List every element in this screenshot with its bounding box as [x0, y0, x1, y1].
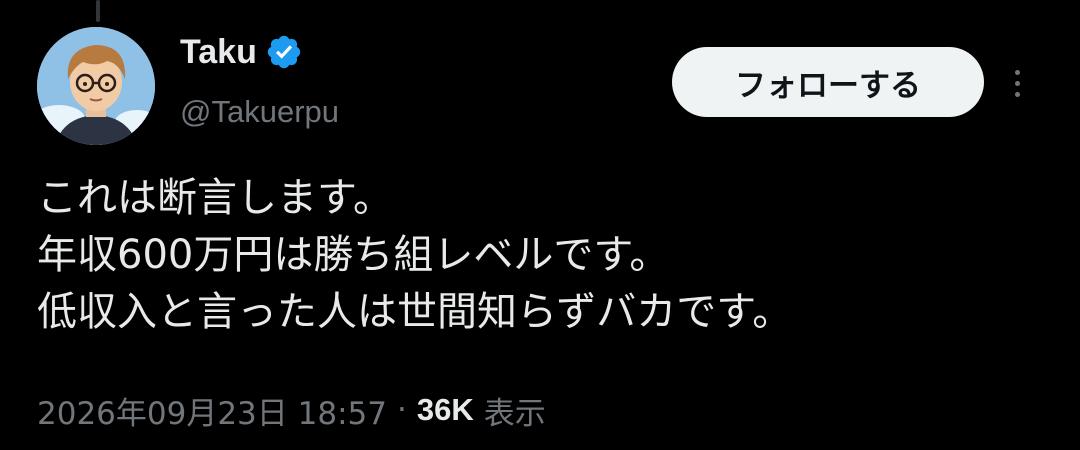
author-name-row: Taku	[180, 28, 303, 76]
tweet-line: 年収600万円は勝ち組レベルです。	[37, 232, 670, 278]
follow-button[interactable]: フォローする	[672, 47, 984, 117]
verified-badge-icon[interactable]	[265, 33, 303, 71]
tweet-timestamp[interactable]: 2026年09月23日 18:57	[37, 388, 387, 433]
thread-connector-line	[96, 0, 100, 22]
more-options-icon[interactable]	[1004, 58, 1030, 108]
tweet-line: これは断言します。	[37, 175, 393, 221]
author-handle[interactable]: @Takuerpu	[180, 94, 339, 130]
tweet-line: 低収入と言った人は世間知らずバカです。	[37, 289, 793, 335]
avatar-illustration	[37, 27, 155, 145]
display-name[interactable]: Taku	[180, 33, 257, 72]
views-label: 表示	[483, 395, 546, 432]
meta-separator: ·	[396, 392, 407, 428]
view-count[interactable]: 36K	[417, 392, 474, 428]
tweet-text: これは断言します。 年収600万円は勝ち組レベルです。 低収入と言った人は世間知…	[37, 170, 1047, 341]
avatar[interactable]	[37, 27, 155, 145]
tweet-meta: 2026年09月23日 18:57 · 36K 表示	[37, 385, 546, 435]
